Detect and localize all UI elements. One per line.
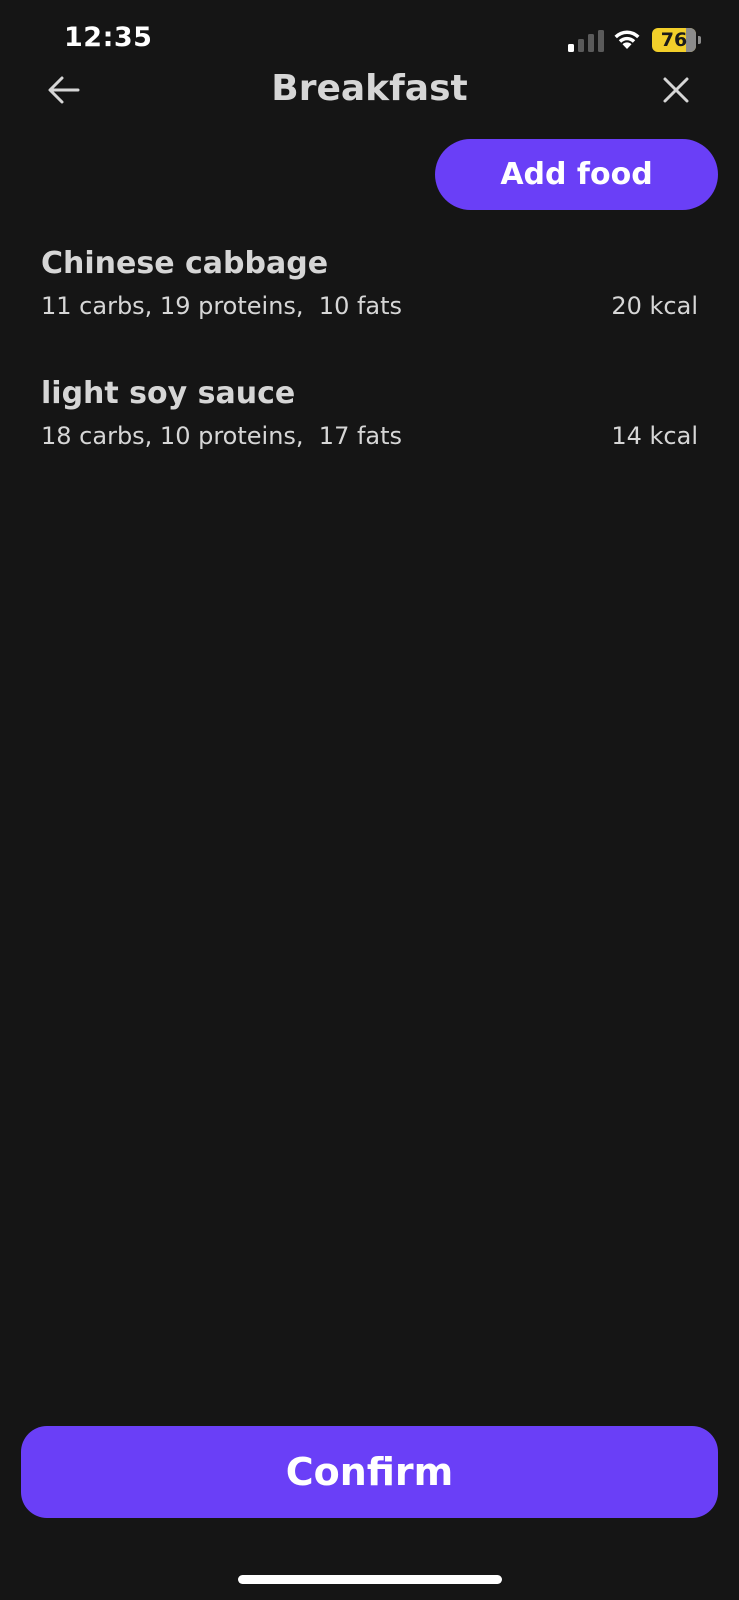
food-name: Chinese cabbage	[41, 246, 329, 281]
food-kcal: 14 kcal	[611, 422, 698, 450]
food-kcal: 20 kcal	[611, 292, 698, 320]
food-item[interactable]: Chinese cabbage 11 carbs, 19 proteins, 1…	[41, 242, 698, 372]
battery-level: 76	[660, 29, 688, 51]
signal-icon	[568, 30, 604, 52]
wifi-icon	[614, 30, 640, 49]
battery-tip	[698, 36, 701, 44]
status-time: 12:35	[64, 22, 153, 53]
battery-icon: 76	[652, 28, 702, 52]
food-list: Chinese cabbage 11 carbs, 19 proteins, 1…	[41, 242, 698, 502]
page-title: Breakfast	[271, 68, 468, 109]
food-name: light soy sauce	[41, 376, 296, 411]
add-food-button[interactable]: Add food	[435, 139, 718, 210]
close-icon	[663, 77, 689, 103]
confirm-button[interactable]: Confirm	[21, 1426, 718, 1518]
food-macros: 18 carbs, 10 proteins, 17 fats	[41, 422, 403, 450]
food-item[interactable]: light soy sauce 18 carbs, 10 proteins, 1…	[41, 372, 698, 502]
nav-header: Breakfast	[0, 60, 739, 120]
close-button[interactable]	[652, 66, 700, 114]
battery-body: 76	[652, 28, 696, 52]
food-macros: 11 carbs, 19 proteins, 10 fats	[41, 292, 403, 320]
home-indicator	[238, 1575, 502, 1584]
